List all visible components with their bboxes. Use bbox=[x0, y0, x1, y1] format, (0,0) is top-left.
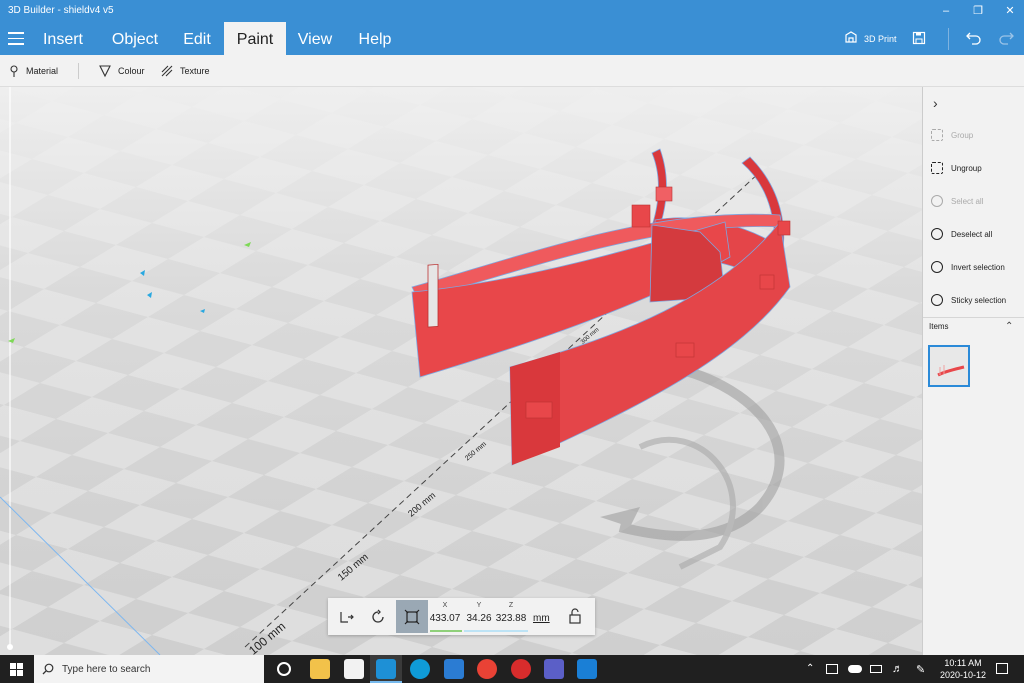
sticky-selection-icon bbox=[931, 294, 943, 306]
tab-object[interactable]: Object bbox=[100, 22, 170, 55]
paint-toolbar: Material Colour Texture bbox=[0, 55, 1024, 87]
collapse-panel-chevron-icon[interactable]: › bbox=[933, 95, 938, 111]
close-button[interactable]: ✕ bbox=[994, 0, 1024, 22]
tab-edit[interactable]: Edit bbox=[172, 22, 222, 55]
ungroup-label: Ungroup bbox=[951, 163, 982, 173]
thumbnail-image bbox=[937, 365, 965, 377]
deselect-all-label: Deselect all bbox=[951, 229, 993, 239]
group-label: Group bbox=[951, 130, 974, 140]
taskbar: Type here to search ⌃ ♬ ✎ 10:11 AM 2020-… bbox=[0, 655, 1024, 683]
y-value-input[interactable]: 34.26 bbox=[462, 613, 496, 624]
scale-button[interactable] bbox=[396, 600, 428, 633]
colour-label: Colour bbox=[118, 66, 145, 76]
scene-canvas[interactable] bbox=[0, 87, 922, 655]
texture-label: Texture bbox=[180, 66, 210, 76]
ribbon: Insert Object Edit Paint View Help 3D Pr… bbox=[0, 22, 1024, 55]
invert-selection-icon bbox=[931, 261, 943, 273]
group-icon bbox=[931, 129, 943, 141]
redo-icon[interactable] bbox=[998, 31, 1014, 45]
save-icon[interactable] bbox=[912, 31, 926, 45]
chrome-icon[interactable] bbox=[477, 659, 497, 679]
3d-builder-icon[interactable] bbox=[376, 659, 396, 679]
material-label: Material bbox=[26, 66, 59, 76]
volume-icon[interactable]: ♬ bbox=[892, 663, 903, 675]
items-heading: Items bbox=[929, 322, 949, 331]
x-label: X bbox=[442, 602, 448, 609]
tab-insert[interactable]: Insert bbox=[34, 22, 92, 55]
z-value-input[interactable]: 323.88 bbox=[494, 613, 528, 624]
chevron-up-tray-icon[interactable]: ⌃ bbox=[806, 663, 814, 674]
files-icon[interactable] bbox=[444, 659, 464, 679]
scale-icon bbox=[404, 609, 420, 625]
notifications-icon[interactable] bbox=[996, 663, 1008, 674]
x-value-input[interactable]: 433.07 bbox=[428, 613, 462, 624]
texture-button[interactable]: Texture bbox=[160, 63, 210, 79]
tablet-icon[interactable] bbox=[826, 664, 838, 674]
deselect-all-button[interactable]: Deselect all bbox=[931, 226, 992, 242]
search-icon bbox=[42, 663, 54, 675]
clock-date[interactable]: 2020-10-12 bbox=[934, 670, 992, 680]
app-red-icon[interactable] bbox=[511, 659, 531, 679]
pen-icon[interactable]: ✎ bbox=[916, 663, 925, 676]
title-bar: 3D Builder - shieldv4 v5 – ❐ ✕ bbox=[0, 0, 1024, 22]
material-icon bbox=[10, 65, 18, 77]
print-3d-icon bbox=[845, 31, 857, 43]
mail-icon[interactable] bbox=[577, 659, 597, 679]
store-icon[interactable] bbox=[344, 659, 364, 679]
ungroup-button[interactable]: Ungroup bbox=[931, 160, 982, 176]
taskbar-search-input[interactable]: Type here to search bbox=[34, 655, 264, 683]
edge-icon[interactable] bbox=[410, 659, 430, 679]
transform-bar: X 433.07 Y 34.26 Z 323.88 mm bbox=[328, 598, 595, 635]
colour-button[interactable]: Colour bbox=[98, 63, 145, 79]
menu-icon[interactable] bbox=[6, 28, 26, 48]
material-button[interactable]: Material bbox=[8, 63, 58, 79]
windows-start-icon[interactable] bbox=[10, 663, 23, 676]
3d-viewport[interactable]: 100 mm 150 mm 200 mm 250 mm 300 mm bbox=[0, 87, 922, 655]
unit-selector[interactable]: mm bbox=[533, 613, 550, 624]
search-placeholder: Type here to search bbox=[62, 663, 151, 675]
move-icon[interactable] bbox=[338, 609, 354, 625]
colour-icon bbox=[99, 65, 111, 78]
y-label: Y bbox=[476, 602, 482, 609]
battery-icon[interactable] bbox=[870, 665, 882, 673]
print-3d-label: 3D Print bbox=[864, 34, 897, 44]
select-all-icon bbox=[931, 195, 943, 207]
maximize-button[interactable]: ❐ bbox=[962, 0, 994, 22]
group-button[interactable]: Group bbox=[931, 127, 973, 143]
rotate-icon[interactable] bbox=[370, 609, 386, 625]
select-all-label: Select all bbox=[951, 196, 984, 206]
sticky-selection-button[interactable]: Sticky selection bbox=[931, 292, 1006, 308]
window-title: 3D Builder - shieldv4 v5 bbox=[8, 5, 114, 16]
tab-paint[interactable]: Paint bbox=[224, 22, 286, 55]
clock-time[interactable]: 10:11 AM bbox=[938, 658, 988, 668]
invert-selection-label: Invert selection bbox=[951, 262, 1005, 272]
z-label: Z bbox=[508, 602, 514, 609]
texture-icon bbox=[161, 65, 173, 77]
task-view-icon[interactable] bbox=[277, 662, 291, 676]
lock-icon[interactable] bbox=[568, 608, 582, 624]
print-3d-button[interactable]: 3D Print bbox=[842, 22, 902, 55]
selection-panel: › Group Ungroup Select all Deselect all … bbox=[922, 87, 1024, 655]
chevron-up-icon[interactable]: ⌃ bbox=[1005, 321, 1013, 332]
invert-selection-button[interactable]: Invert selection bbox=[931, 259, 1005, 275]
deselect-all-icon bbox=[931, 228, 943, 240]
minimize-button[interactable]: – bbox=[930, 0, 962, 22]
item-thumbnail[interactable] bbox=[928, 345, 970, 387]
sticky-selection-label: Sticky selection bbox=[951, 295, 1007, 305]
teams-icon[interactable] bbox=[544, 659, 564, 679]
select-all-button[interactable]: Select all bbox=[931, 193, 983, 209]
ungroup-icon bbox=[931, 162, 943, 174]
tab-help[interactable]: Help bbox=[348, 22, 402, 55]
tab-view[interactable]: View bbox=[290, 22, 340, 55]
onedrive-icon[interactable] bbox=[848, 665, 862, 673]
file-explorer-icon[interactable] bbox=[310, 659, 330, 679]
undo-icon[interactable] bbox=[966, 31, 982, 45]
